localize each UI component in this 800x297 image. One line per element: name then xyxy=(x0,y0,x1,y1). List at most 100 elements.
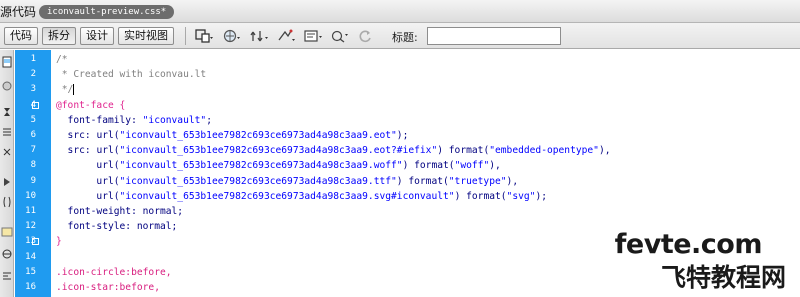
code-token: "svg" xyxy=(506,190,536,202)
watermark-domain: fevte.com xyxy=(614,229,763,260)
text-cursor xyxy=(73,83,75,95)
code-line[interactable]: url("iconvault_653b1ee7982c693ce6973ad4a… xyxy=(56,174,518,189)
code-line[interactable]: font-style: normal; xyxy=(56,219,178,234)
code-line[interactable]: /* xyxy=(56,52,68,67)
code-line[interactable]: font-family: "iconvault"; xyxy=(56,113,212,128)
design-view-button[interactable]: 设计 xyxy=(80,27,114,45)
open-documents-icon[interactable] xyxy=(1,56,13,68)
code-token: ), xyxy=(489,160,501,172)
source-code-label[interactable]: 源代码 xyxy=(0,3,36,20)
code-token: ) format( xyxy=(402,160,455,172)
code-token: ) format( xyxy=(437,145,490,157)
line-number: 5 xyxy=(30,114,36,125)
code-token: ; xyxy=(206,114,212,126)
code-line[interactable]: */ xyxy=(56,82,75,97)
code-token: ) format( xyxy=(454,190,507,202)
code-token: ), xyxy=(598,145,611,157)
code-line[interactable]: url("iconvault_653b1ee7982c693ce6973ad4a… xyxy=(56,158,501,173)
code-token: */ xyxy=(56,84,74,96)
code-line[interactable]: } xyxy=(56,234,62,249)
code-token: } xyxy=(56,236,62,248)
code-token: "embedded-opentype" xyxy=(489,145,599,157)
balance-braces-icon[interactable] xyxy=(1,196,13,208)
code-token: font-weight: normal; xyxy=(56,206,184,217)
collapse-selection-icon[interactable] xyxy=(1,126,13,138)
code-line[interactable]: url("iconvault_653b1ee7982c693ce6973ad4a… xyxy=(56,189,547,204)
document-titlebar: 源代码 iconvault-preview.css* xyxy=(0,0,800,23)
code-token: ), xyxy=(506,175,519,187)
code-line[interactable]: src: url("iconvault_653b1ee7982c693ce697… xyxy=(56,128,409,143)
code-line[interactable]: .icon-circle:before, xyxy=(56,265,172,280)
code-token: .icon-star:before, xyxy=(56,282,160,293)
watermark-site-name: 飞特教程网 xyxy=(660,263,786,292)
multiscreen-icon[interactable] xyxy=(194,28,214,44)
line-number: 1 xyxy=(30,54,36,64)
browser-preview-icon[interactable] xyxy=(222,28,242,44)
line-number: 15 xyxy=(25,266,36,277)
line-number: 11 xyxy=(25,206,36,216)
fold-marker[interactable] xyxy=(32,238,39,246)
line-number: 14 xyxy=(25,251,36,262)
file-tab[interactable]: iconvault-preview.css* xyxy=(39,5,175,19)
code-token: .icon-circle:before, xyxy=(56,266,172,278)
line-number-gutter[interactable]: 1 2 3 4 5 6 7 8 9 10 11 12 13 14 15 16 xyxy=(15,50,51,297)
code-token: ) format( xyxy=(396,175,449,187)
code-token: src: xyxy=(56,145,97,157)
code-token: * Created with iconvau.lt xyxy=(56,69,207,81)
code-token: ); xyxy=(535,190,547,202)
fold-marker[interactable] xyxy=(32,101,39,109)
inspect-icon[interactable] xyxy=(277,28,297,44)
code-token: ); xyxy=(396,130,409,141)
select-parent-tag-icon[interactable] xyxy=(1,176,13,188)
validate-markup-icon[interactable] xyxy=(303,28,323,44)
page-title-input[interactable] xyxy=(427,27,561,45)
code-token: src: xyxy=(56,130,97,141)
code-token: font-style: normal; xyxy=(56,221,178,233)
code-view-button[interactable]: 代码 xyxy=(4,27,38,45)
line-number: 12 xyxy=(25,221,36,232)
code-token: font-family: xyxy=(56,114,143,126)
line-number: 6 xyxy=(30,130,36,140)
line-number: 10 xyxy=(25,190,36,201)
refresh-icon[interactable] xyxy=(356,28,376,44)
line-number: 3 xyxy=(30,84,36,95)
code-token: "iconvault_653b1ee7982c693ce6973ad4a98c3… xyxy=(119,145,438,157)
code-token: "iconvault_653b1ee7982c693ce6973ad4a98c3… xyxy=(119,160,403,172)
file-management-icon[interactable] xyxy=(250,28,270,44)
code-token: "iconvault" xyxy=(142,114,207,126)
code-token: "iconvault_653b1ee7982c693ce6973ad4a98c3… xyxy=(119,175,397,187)
code-token: url( xyxy=(96,145,120,157)
remove-comment-icon[interactable] xyxy=(1,248,13,260)
code-token: @font-face { xyxy=(56,99,126,111)
code-token: /* xyxy=(56,54,68,65)
code-token: url( xyxy=(56,175,120,187)
code-line[interactable]: .icon-star:before, xyxy=(56,280,160,295)
coding-toolbar xyxy=(0,50,14,297)
toolbar-divider xyxy=(185,27,186,45)
collapse-tag-icon[interactable] xyxy=(1,106,13,118)
line-number: 2 xyxy=(30,69,36,80)
title-label: 标题: xyxy=(392,31,418,44)
code-token: "iconvault_653b1ee7982c693ce6973ad4a98c3… xyxy=(119,130,397,141)
code-token: url( xyxy=(56,190,120,202)
apply-comment-icon[interactable] xyxy=(1,226,13,238)
live-view-button[interactable]: 实时视图 xyxy=(118,27,174,45)
code-line[interactable]: src: url("iconvault_653b1ee7982c693ce697… xyxy=(56,143,611,158)
code-line[interactable]: @font-face { xyxy=(56,98,125,113)
code-token: "woff" xyxy=(454,160,490,172)
document-toolbar: 代码 拆分 设计 实时视图 标题: xyxy=(0,23,800,49)
wrap-tag-icon[interactable] xyxy=(1,270,13,282)
show-code-navigator-icon[interactable] xyxy=(1,80,13,92)
site-watermark: fevte.com 飞特教程网 xyxy=(615,229,800,292)
line-number: 9 xyxy=(30,175,36,186)
code-token: url( xyxy=(56,160,120,172)
code-token: "truetype" xyxy=(448,175,507,187)
code-line[interactable]: * Created with iconvau.lt xyxy=(56,67,206,82)
line-number: 7 xyxy=(30,145,36,156)
code-token: "iconvault_653b1ee7982c693ce6973ad4a98c3… xyxy=(119,190,455,202)
split-view-button[interactable]: 拆分 xyxy=(42,27,76,45)
visual-aids-icon[interactable] xyxy=(330,28,350,44)
code-line[interactable]: font-weight: normal; xyxy=(56,204,184,219)
expand-all-icon[interactable] xyxy=(1,146,13,158)
code-token: url( xyxy=(96,130,120,141)
